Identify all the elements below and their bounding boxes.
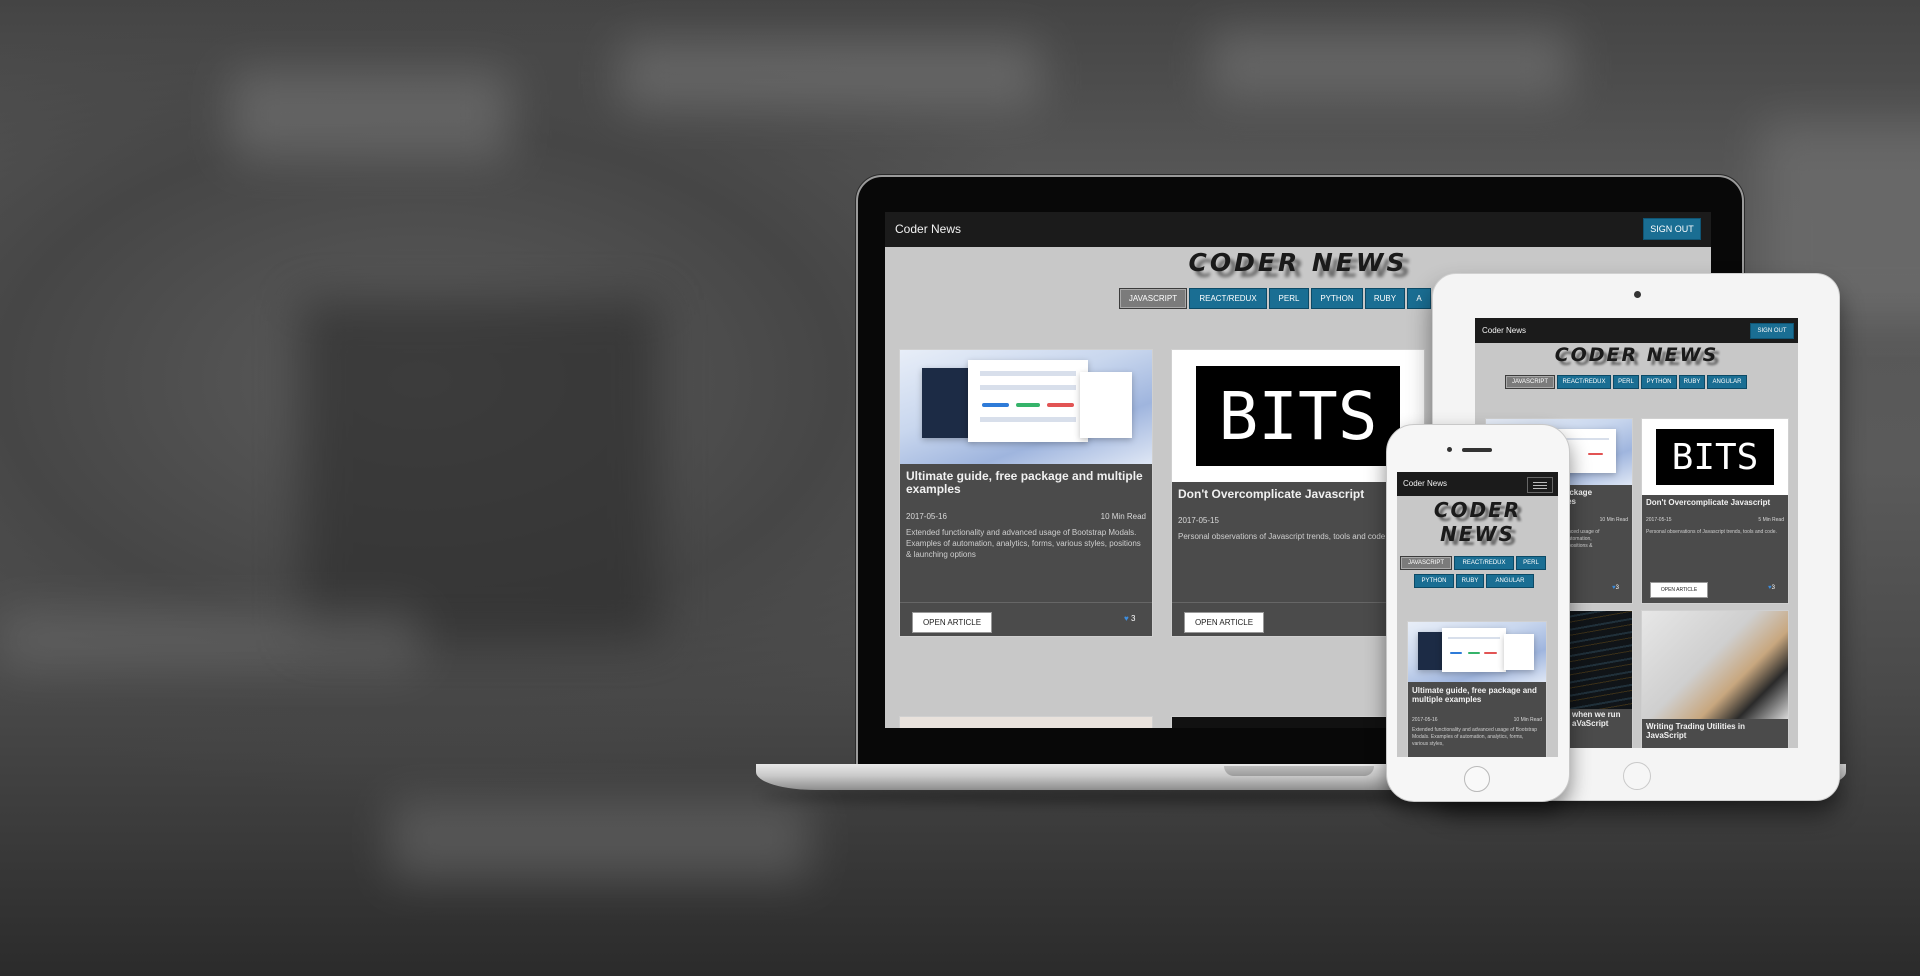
tab-python[interactable]: PYTHON	[1414, 574, 1454, 588]
tab-angular-partial[interactable]: A	[1407, 288, 1431, 309]
article-read-time: 10 Min Read	[1100, 512, 1146, 521]
background-blur-shape	[230, 70, 510, 160]
brand-link[interactable]: Coder News	[895, 222, 961, 236]
laptop-notch	[1224, 766, 1374, 776]
tab-angular[interactable]: ANGULAR	[1707, 375, 1747, 389]
background-blur-shape	[1210, 30, 1570, 100]
hamburger-icon[interactable]	[1527, 477, 1553, 493]
tab-react-redux[interactable]: REACT/REDUX	[1189, 288, 1267, 309]
tab-perl[interactable]: PERL	[1613, 375, 1639, 389]
article-thumbnail	[900, 350, 1152, 464]
open-article-button[interactable]: OPEN ARTICLE	[1650, 582, 1708, 598]
article-title[interactable]: Ultimate guide, free package and multipl…	[906, 469, 1146, 497]
like-count[interactable]: ♥3	[1768, 585, 1775, 591]
article-description: Extended functionality and advanced usag…	[1412, 727, 1538, 747]
tab-ruby[interactable]: RUBY	[1456, 574, 1484, 588]
page-heading-line1: CODER	[1433, 498, 1522, 522]
like-number: 3	[1130, 614, 1136, 623]
article-card: BITS Don't Overcomplicate Javascript 201…	[1641, 418, 1789, 604]
article-card-partial	[899, 716, 1153, 728]
phone-camera	[1447, 447, 1452, 452]
tab-perl[interactable]: PERL	[1516, 556, 1546, 570]
like-count[interactable]: ♥3	[1612, 585, 1619, 591]
tab-ruby[interactable]: RUBY	[1365, 288, 1405, 309]
article-date: 2017-05-16	[906, 512, 947, 521]
tab-react-redux[interactable]: REACT/REDUX	[1557, 375, 1611, 389]
sign-out-button[interactable]: SIGN OUT	[1750, 323, 1794, 339]
background-blur-shape	[390, 800, 810, 880]
thumbnail-screen	[1442, 628, 1506, 672]
article-read-time: 10 Min Read	[1599, 517, 1628, 523]
bits-logo: BITS	[1656, 429, 1774, 485]
article-title[interactable]: package ples	[1560, 488, 1630, 507]
tab-perl[interactable]: PERL	[1269, 288, 1309, 309]
article-thumbnail: BITS	[1642, 419, 1788, 495]
heart-icon: ♥	[1124, 614, 1129, 623]
card-divider	[900, 602, 1152, 603]
tab-javascript[interactable]: JAVASCRIPT	[1119, 288, 1187, 309]
thumbnail-screen	[968, 360, 1088, 442]
article-thumbnail	[1642, 611, 1788, 719]
sign-out-button[interactable]: SIGN OUT	[1643, 218, 1701, 240]
tab-python[interactable]: PYTHON	[1311, 288, 1363, 309]
category-tabs-row2: PYTHON RUBY ANGULAR	[1414, 574, 1534, 588]
navbar: Coder News SIGN OUT	[885, 212, 1711, 247]
brand-link[interactable]: Coder News	[1403, 479, 1447, 488]
article-title[interactable]: Don't Overcomplicate Javascript	[1178, 487, 1418, 501]
tab-javascript[interactable]: JAVASCRIPT	[1400, 556, 1452, 570]
background-blur-shape	[300, 300, 660, 640]
bits-logo: BITS	[1196, 366, 1400, 466]
article-read-time: 5 Min Read	[1758, 517, 1784, 523]
article-read-time: 10 Min Read	[1513, 717, 1542, 723]
thumbnail-screen	[922, 368, 974, 438]
article-card: Ultimate guide, free package and multipl…	[899, 349, 1153, 637]
tab-javascript[interactable]: JAVASCRIPT	[1505, 375, 1555, 389]
tab-react-redux[interactable]: REACT/REDUX	[1454, 556, 1514, 570]
phone-screen: Coder News CODER NEWS JAVASCRIPT REACT/R…	[1397, 472, 1558, 757]
category-tabs-row1: JAVASCRIPT REACT/REDUX PERL	[1400, 556, 1546, 570]
article-card: Ultimate guide, free package and multipl…	[1407, 621, 1547, 757]
like-count[interactable]: ♥ 3	[1124, 614, 1135, 623]
article-thumbnail	[1408, 622, 1546, 682]
thumbnail-screen	[1418, 632, 1444, 670]
like-number: 3	[1615, 585, 1619, 591]
article-date: 2017-05-15	[1178, 516, 1219, 525]
thumbnail-screen	[1504, 634, 1534, 670]
article-title[interactable]: Writing Trading Utilities in JavaScript	[1646, 722, 1786, 741]
tablet-home-button	[1623, 762, 1651, 790]
navbar: Coder News SIGN OUT	[1475, 318, 1798, 343]
article-title[interactable]: when we run aVaScript	[1572, 710, 1632, 729]
brand-link[interactable]: Coder News	[1482, 326, 1526, 335]
article-title[interactable]: Ultimate guide, free package and multipl…	[1412, 686, 1544, 705]
like-number: 3	[1771, 585, 1775, 591]
article-date: 2017-05-16	[1412, 717, 1438, 723]
open-article-button[interactable]: OPEN ARTICLE	[1184, 612, 1264, 633]
page-heading-line2: NEWS	[1440, 522, 1515, 546]
tab-angular[interactable]: ANGULAR	[1486, 574, 1534, 588]
navbar: Coder News	[1397, 472, 1558, 496]
phone-speaker	[1462, 448, 1492, 452]
category-tabs: JAVASCRIPT REACT/REDUX PERL PYTHON RUBY …	[1505, 375, 1747, 389]
article-title[interactable]: Don't Overcomplicate Javascript	[1646, 498, 1786, 508]
phone-home-button	[1464, 766, 1490, 792]
background-blur-shape	[0, 610, 420, 670]
tablet-camera	[1634, 291, 1641, 298]
article-card: Writing Trading Utilities in JavaScript	[1641, 610, 1789, 748]
category-tabs: JAVASCRIPT REACT/REDUX PERL PYTHON RUBY …	[1119, 288, 1431, 309]
article-description: dvanced usage of of automation, es, posi…	[1560, 529, 1600, 549]
article-description: Extended functionality and advanced usag…	[906, 528, 1141, 559]
background-blur-shape	[620, 40, 1040, 110]
open-article-button[interactable]: OPEN ARTICLE	[912, 612, 992, 633]
tab-python[interactable]: PYTHON	[1641, 375, 1677, 389]
thumbnail-screen	[1080, 372, 1132, 438]
article-date: 2017-05-15	[1646, 517, 1672, 523]
article-description: Personal observations of Javascript tren…	[1646, 529, 1777, 535]
page-heading: CODER NEWS	[1554, 344, 1719, 366]
tab-ruby[interactable]: RUBY	[1679, 375, 1705, 389]
